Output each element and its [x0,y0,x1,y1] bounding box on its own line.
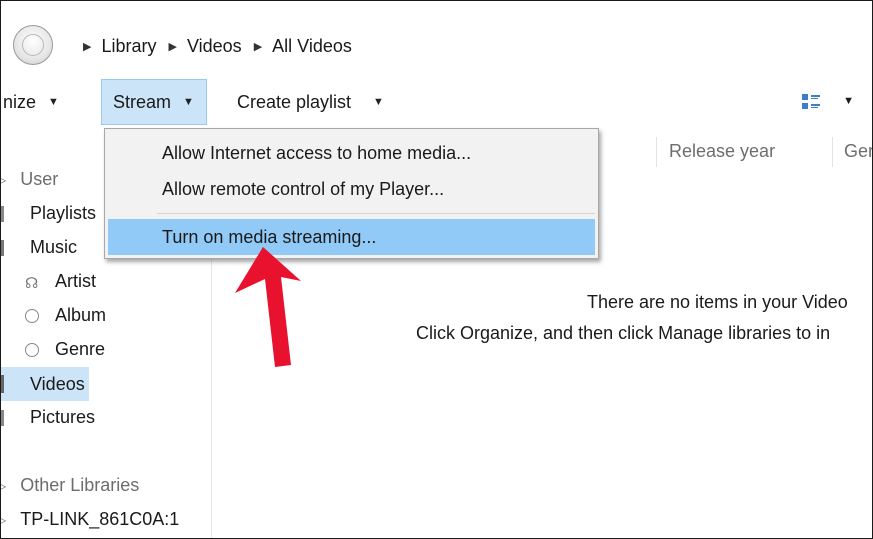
sidebar-item-album[interactable]: Album [25,305,106,326]
create-playlist-button[interactable]: Create playlist ▼ [237,79,384,125]
breadcrumb-library[interactable]: Library [101,36,156,57]
sidebar-item-device[interactable]: ▷ TP-LINK_861C0A:1 [1,509,179,530]
sidebar-item-artist[interactable]: ☊ Artist [25,271,96,292]
album-icon [25,308,39,323]
empty-message-line1: There are no items in your Video [587,292,848,312]
sidebar-item-genre[interactable]: Genre [25,339,105,360]
address-bar: ▶ Library ▶ Videos ▶ All Videos [1,1,872,75]
organize-button[interactable]: nize ▼ [1,79,59,125]
dropdown-caret-icon: ▼ [48,96,59,108]
create-playlist-label: Create playlist [237,91,352,112]
dropdown-caret-icon: ▼ [373,96,384,108]
sidebar-playlists-label: Playlists [30,203,97,223]
column-divider[interactable] [832,137,833,167]
pictures-icon [1,409,8,426]
column-divider[interactable] [656,137,657,167]
breadcrumb-all-videos[interactable]: All Videos [272,36,352,57]
expand-arrow-icon[interactable]: ▷ [1,479,6,493]
stream-button[interactable]: Stream ▼ [101,79,207,125]
expand-arrow-icon[interactable]: ▷ [1,513,6,527]
sidebar-album-label: Album [55,305,107,325]
back-button[interactable] [13,25,53,65]
sidebar-artist-label: Artist [55,271,97,291]
sidebar-item-pictures[interactable]: Pictures [1,407,95,428]
stream-label: Stream [113,91,172,112]
menu-separator [157,213,595,214]
sidebar-item-music[interactable]: Music [1,237,77,258]
sidebar-item-playlists[interactable]: Playlists [1,203,96,224]
stream-dropdown-menu: Allow Internet access to home media... A… [104,128,599,259]
sidebar-item-videos[interactable]: Videos [1,367,89,401]
organize-label: nize [3,91,37,112]
sidebar-user-label: User [20,169,59,189]
sidebar-item-other-libraries[interactable]: ▷ Other Libraries [1,475,139,496]
breadcrumb-arrow-icon[interactable]: ▶ [83,40,91,53]
dropdown-caret-icon: ▼ [183,96,194,108]
sidebar-device-label: TP-LINK_861C0A:1 [20,509,180,529]
artist-icon: ☊ [25,274,39,292]
videos-icon [1,375,8,393]
expand-arrow-icon[interactable]: ▷ [1,173,6,187]
empty-message-line2: Click Organize, and then click Manage li… [416,323,831,343]
sidebar-item-user[interactable]: ▷ User [1,169,58,190]
menu-item-turn-on-media-streaming[interactable]: Turn on media streaming... [108,219,595,255]
menu-item-allow-remote-control[interactable]: Allow remote control of my Player... [108,171,595,207]
music-icon [1,239,8,256]
view-options-icon[interactable] [802,93,820,111]
breadcrumb-videos[interactable]: Videos [187,36,242,57]
breadcrumb-arrow-icon[interactable]: ▶ [254,40,262,53]
column-release-year[interactable]: Release year [669,141,775,162]
column-genre[interactable]: Ger [844,141,872,162]
toolbar: nize ▼ Stream ▼ Create playlist ▼ ▼ [1,75,872,130]
red-arrow-annotation [235,247,301,367]
sidebar-videos-label: Videos [30,373,85,394]
view-options-caret-icon[interactable]: ▼ [843,95,854,107]
sidebar-music-label: Music [30,237,78,257]
media-player-window: ▶ Library ▶ Videos ▶ All Videos nize ▼ S… [0,0,873,539]
menu-item-allow-internet-access[interactable]: Allow Internet access to home media... [108,135,595,171]
sidebar-genre-label: Genre [55,339,106,359]
breadcrumb: ▶ Library ▶ Videos ▶ All Videos [83,36,364,57]
genre-icon [25,342,39,357]
playlists-icon [1,205,8,222]
sidebar-other-libraries-label: Other Libraries [20,475,140,495]
sidebar-pictures-label: Pictures [30,407,96,427]
breadcrumb-arrow-icon[interactable]: ▶ [169,40,177,53]
